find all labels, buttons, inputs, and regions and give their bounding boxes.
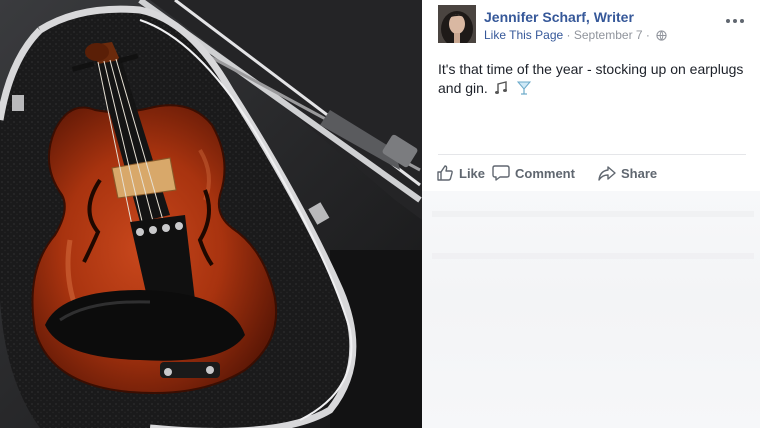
post-message: It's that time of the year - stocking up…: [438, 60, 748, 98]
post-actions: Like Comment Share: [436, 158, 756, 349]
speech-bubble-icon: [492, 165, 510, 181]
share-label: Share: [621, 165, 658, 181]
author-portrait: [438, 5, 476, 43]
musical-notes-icon: [494, 81, 507, 94]
like-button[interactable]: Like: [436, 162, 485, 184]
thumbs-up-icon: [437, 165, 453, 181]
meta-separator: ·: [645, 28, 650, 42]
post-text: It's that time of the year - stocking up…: [438, 61, 744, 96]
post-panel: Jennifer Scharf, Writer Like This Page ·…: [422, 0, 760, 428]
comment-label: Comment: [515, 165, 575, 181]
globe-icon: [656, 30, 667, 41]
share-button[interactable]: Share: [598, 162, 657, 184]
comments-area: [422, 191, 760, 428]
share-arrow-icon: [598, 166, 616, 181]
post-photo[interactable]: [0, 0, 422, 428]
divider: [438, 154, 746, 155]
meta-separator: ·: [566, 28, 571, 42]
post-date[interactable]: September 7: [574, 28, 643, 42]
comment-placeholder: [432, 253, 754, 259]
author-avatar[interactable]: [438, 5, 476, 43]
like-page-link[interactable]: Like This Page: [484, 28, 563, 42]
author-name[interactable]: Jennifer Scharf, Writer: [484, 9, 634, 25]
comment-placeholder: [432, 211, 754, 217]
comment-button[interactable]: Comment: [492, 162, 575, 184]
violin-in-case-photo: [0, 0, 422, 428]
more-options-icon[interactable]: [726, 15, 744, 27]
post-header: Jennifer Scharf, Writer Like This Page ·…: [438, 5, 750, 45]
like-label: Like: [459, 165, 486, 181]
cocktail-glass-icon: [516, 81, 531, 95]
post-meta: Like This Page · September 7 ·: [484, 28, 667, 42]
